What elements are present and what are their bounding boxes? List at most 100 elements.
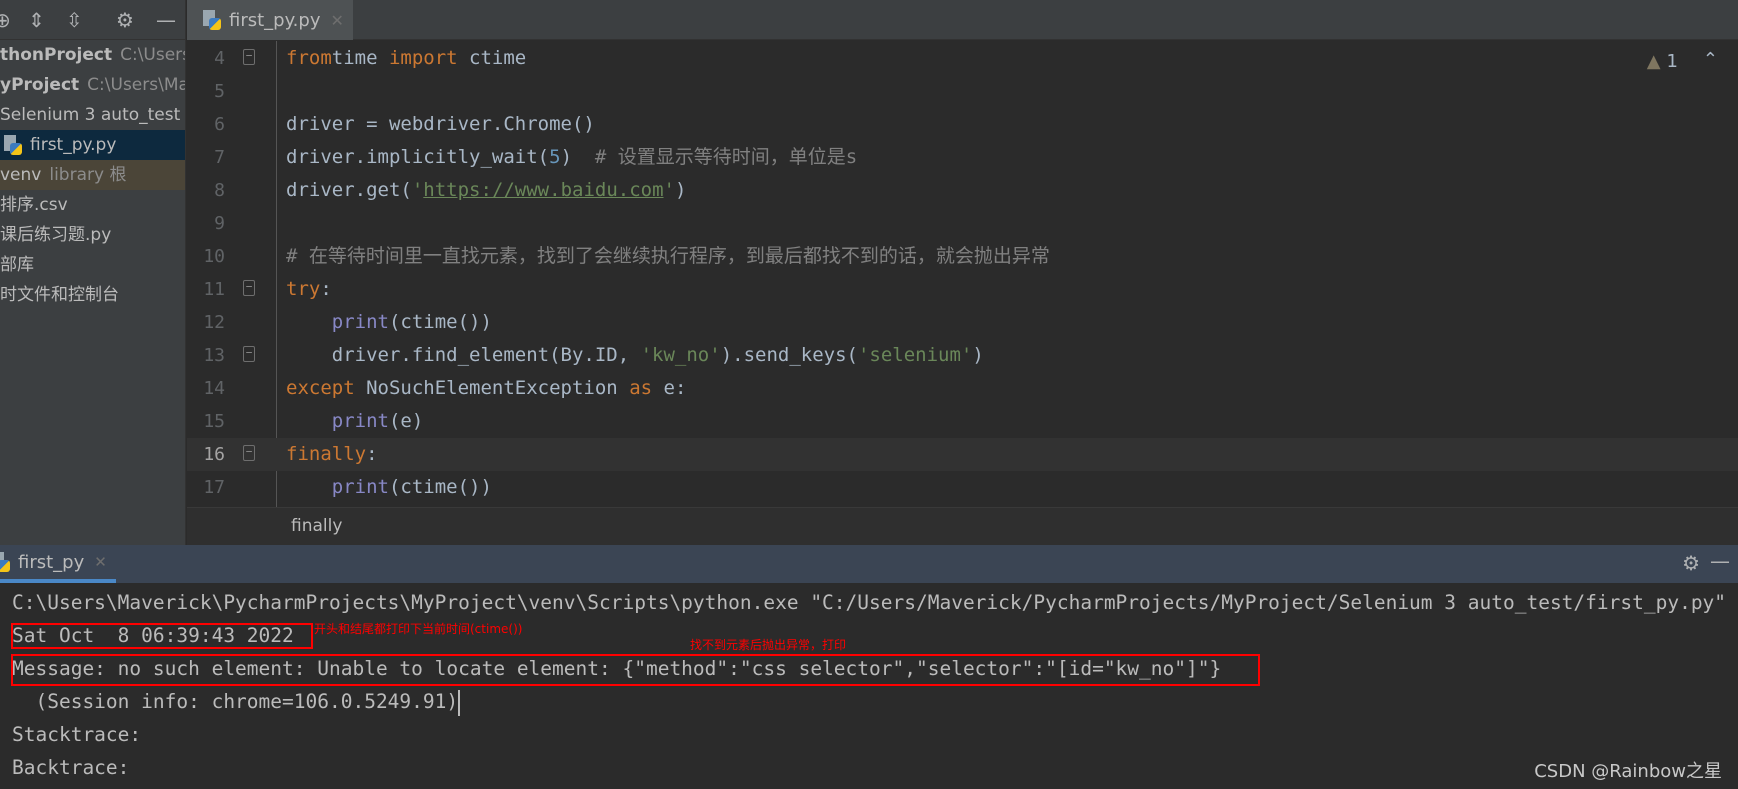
fold-icon[interactable]: − (243, 280, 255, 296)
tree-item-hint: C:\Users\Mav (87, 75, 185, 95)
locate-icon[interactable]: ⊕ (0, 8, 11, 32)
editor-tab-bar: first_py.py ✕ (187, 0, 1738, 40)
code-line[interactable]: 8 driver.get('https://www.baidu.com') (187, 174, 1738, 207)
warning-count: 1 (1666, 51, 1678, 72)
code-token: # 在等待时间里一直找元素，找到了会继续执行程序，到最后都找不到的话，就会抛出异… (286, 245, 1050, 267)
tree-item[interactable]: 课后练习题.py (0, 220, 185, 250)
tree-item-label: venv (0, 165, 42, 185)
tab-run-first-py[interactable]: first_py ✕ (0, 545, 116, 583)
tree-item[interactable]: 排序.csv (0, 190, 185, 220)
fold-icon[interactable]: − (243, 445, 255, 461)
line-number: 8 (214, 180, 225, 201)
console-line: C:\Users\Maverick\PycharmProjects\MyProj… (12, 586, 1726, 619)
code-line[interactable]: 7 driver.implicitly_wait(5) # 设置显示等待时间，单位… (187, 141, 1738, 174)
gear-icon[interactable]: ⚙ (116, 8, 134, 32)
line-number: 10 (203, 246, 225, 267)
line-number: 13 (203, 345, 225, 366)
code-line[interactable]: 17 print(ctime()) (187, 471, 1738, 504)
code-text: finally: (286, 438, 378, 471)
text-caret (458, 689, 461, 716)
line-number: 5 (214, 81, 225, 102)
line-number: 17 (203, 477, 225, 498)
code-line[interactable]: 6 driver = webdriver.Chrome() (187, 108, 1738, 141)
close-icon[interactable]: ✕ (331, 11, 344, 30)
code-token: (ctime()) (388, 476, 492, 498)
project-sidebar: ⊕ ⇕ ⇳ ⚙ — thonProject C:\Users\ yProject C:… (0, 0, 186, 545)
minimize-icon[interactable]: — (156, 8, 176, 32)
fold-icon[interactable]: − (243, 49, 255, 65)
code-text: driver.implicitly_wait(5) # 设置显示等待时间，单位是… (286, 141, 857, 174)
gear-icon[interactable]: ⚙ (1682, 551, 1700, 575)
code-token: 5 (549, 146, 561, 168)
line-number: 11 (203, 279, 225, 300)
python-icon (0, 552, 10, 572)
line-number: 14 (203, 378, 225, 399)
minimize-icon[interactable]: — (1710, 549, 1730, 573)
collapse-all-icon[interactable]: ⇳ (66, 8, 83, 32)
warnings-indicator[interactable]: ▲ 1 (1647, 51, 1678, 72)
tree-item[interactable]: Selenium 3 auto_test (0, 100, 185, 130)
expand-all-icon[interactable]: ⇕ (28, 8, 45, 32)
code-text: print(ctime()) (286, 306, 492, 339)
code-line[interactable]: 10 # 在等待时间里一直找元素，找到了会继续执行程序，到最后都找不到的话，就会抛… (187, 240, 1738, 273)
code-token: ) (972, 344, 984, 366)
code-text: print(ctime()) (286, 471, 492, 504)
code-text: except NoSuchElementException as e: (286, 372, 686, 405)
code-token: # 设置显示等待时间，单位是s (594, 146, 858, 168)
code-token: : (320, 278, 332, 300)
console-text: Backtrace: (12, 756, 130, 779)
code-token: print (331, 311, 389, 333)
code-token: except (286, 377, 355, 399)
code-text: # 在等待时间里一直找元素，找到了会继续执行程序，到最后都找不到的话，就会抛出异… (286, 240, 1050, 273)
code-token: as (629, 377, 653, 399)
code-line[interactable]: 15 print(e) (187, 405, 1738, 438)
tree-item[interactable]: 时文件和控制台 (0, 280, 185, 310)
code-line[interactable]: 5 (187, 75, 1738, 108)
tree-item-hint: library 根 (49, 165, 127, 185)
tree-item[interactable]: 部库 (0, 250, 185, 280)
code-line[interactable]: 16 − finally: (187, 438, 1738, 471)
tree-item[interactable]: first_py.py (0, 130, 185, 160)
tree-item-label: 排序.csv (0, 195, 68, 215)
tree-item-hint: C:\Users\ (120, 45, 185, 65)
annotation-note-time: 开头和结尾都打印下当前时间(ctime()) (314, 622, 523, 636)
code-line[interactable]: 14 except NoSuchElementException as e: (187, 372, 1738, 405)
code-token: (e) (388, 410, 424, 432)
project-toolbar: ⊕ ⇕ ⇳ ⚙ — (0, 0, 185, 40)
code-token: finally (286, 443, 367, 465)
tab-first-py[interactable]: first_py.py ✕ (187, 0, 353, 40)
annotation-box-time (11, 623, 313, 649)
tree-item[interactable]: yProject C:\Users\Mav (0, 70, 185, 100)
line-number: 9 (214, 213, 225, 234)
close-icon[interactable]: ✕ (94, 553, 107, 571)
line-number: 6 (214, 114, 225, 135)
code-text: try: (286, 273, 332, 306)
code-line[interactable]: 4 − fromtime import ctime (187, 42, 1738, 75)
code-token: 'selenium' (857, 344, 973, 366)
tree-item[interactable]: venv library 根 (0, 160, 185, 190)
code-text: print(e) (286, 405, 424, 438)
tab-label: first_py.py (229, 9, 321, 31)
code-line[interactable]: 11 − try: (187, 273, 1738, 306)
console-text: Stacktrace: (12, 723, 142, 746)
code-line[interactable]: 13 − driver.find_element(By.ID, 'kw_no').… (187, 339, 1738, 372)
tree-item[interactable]: thonProject C:\Users\ (0, 40, 185, 70)
chevron-up-icon[interactable]: ⌃ (1703, 49, 1718, 70)
tree-item-label: Selenium 3 auto_test (0, 105, 181, 125)
code-editor[interactable]: 4 − fromtime import ctime 5 6 driver = webdri… (187, 41, 1738, 507)
run-console[interactable]: C:\Users\Maverick\PycharmProjects\MyProj… (0, 583, 1738, 789)
breadcrumb-item[interactable]: finally (291, 516, 342, 536)
fold-icon[interactable]: − (243, 346, 255, 362)
breadcrumb[interactable]: finally (187, 507, 1738, 545)
code-line[interactable]: 9 (187, 207, 1738, 240)
code-token: : (366, 443, 378, 465)
console-line: Backtrace: (12, 751, 129, 784)
code-token: time (331, 47, 389, 69)
code-token: driver.find_element(By.ID, (286, 344, 641, 366)
console-line: Stacktrace: (12, 718, 141, 751)
line-number: 4 (214, 48, 225, 69)
run-tool-window-header: first_py ✕ ⚙ — (0, 545, 1738, 583)
code-line[interactable]: 12 print(ctime()) (187, 306, 1738, 339)
